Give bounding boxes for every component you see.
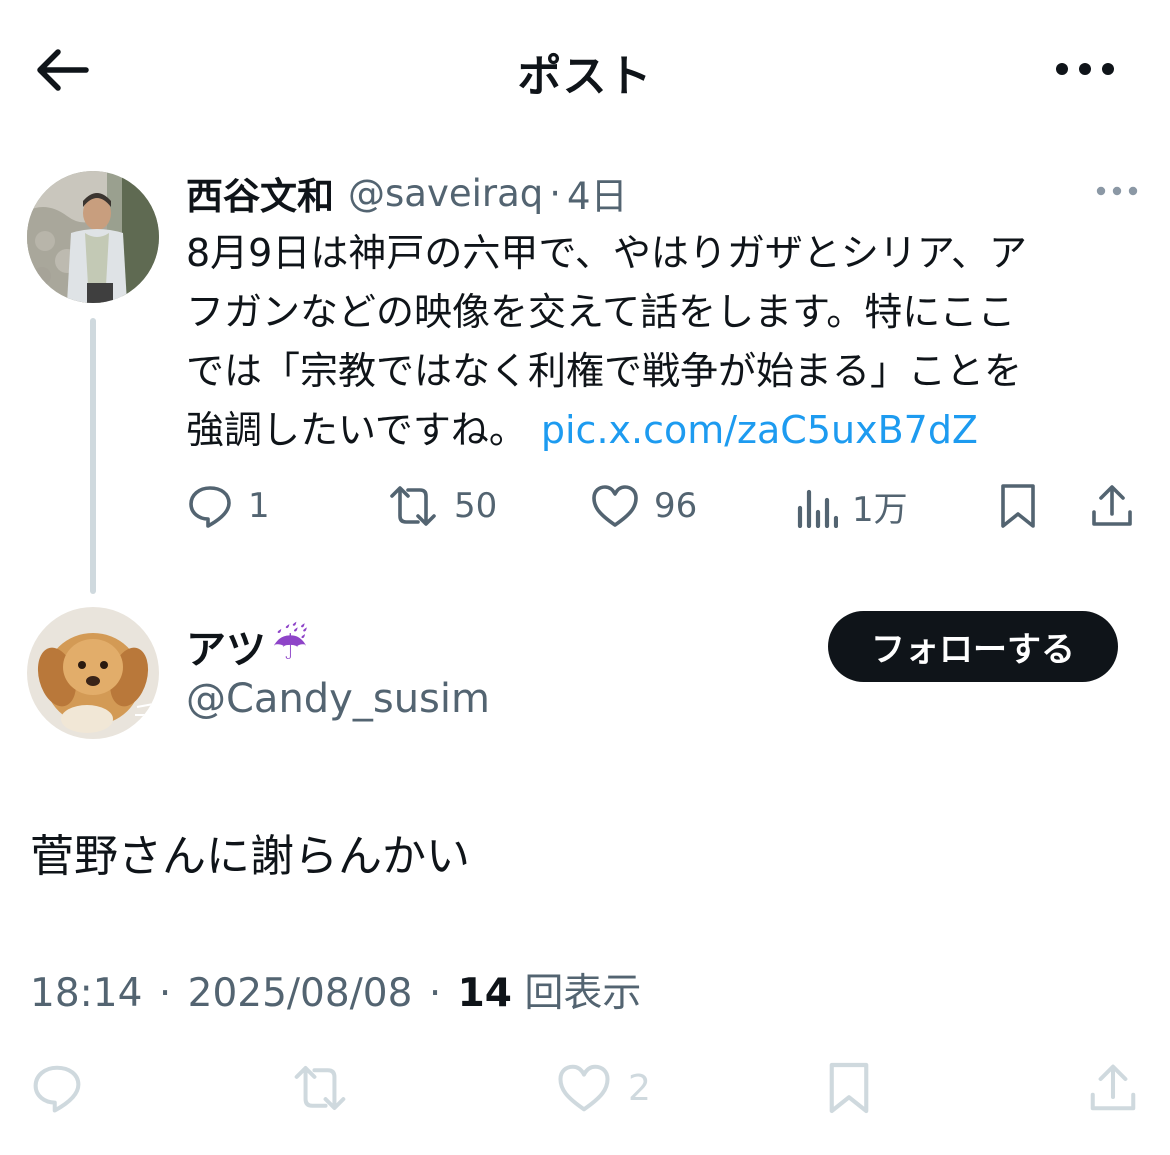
views-count: 14 bbox=[457, 971, 512, 1016]
reply-button[interactable]: 1 bbox=[186, 478, 270, 534]
author-handle[interactable]: @saveiraq bbox=[348, 172, 543, 215]
page-title: ポスト bbox=[517, 51, 653, 102]
repost-icon bbox=[294, 1066, 346, 1110]
post-time[interactable]: 4日 bbox=[567, 166, 628, 220]
author-display-name[interactable]: 西谷文和 bbox=[186, 166, 334, 220]
share-button[interactable] bbox=[1088, 1058, 1138, 1118]
share-button[interactable] bbox=[1090, 478, 1134, 534]
views-count: 1万 bbox=[852, 489, 908, 530]
umbrella-rain-icon: ☔ bbox=[272, 623, 308, 669]
thread-connector-line bbox=[90, 318, 96, 594]
repost-button[interactable] bbox=[290, 1058, 350, 1118]
more-horizontal-icon bbox=[1056, 63, 1114, 75]
bookmark-icon bbox=[1001, 484, 1035, 528]
reply-count: 1 bbox=[248, 486, 270, 526]
heart-icon bbox=[592, 485, 638, 527]
reply-author-handle[interactable]: @Candy_susim bbox=[186, 676, 490, 722]
media-link[interactable]: pic.x.com/zaC5uxB7dZ bbox=[541, 408, 978, 452]
reply-button[interactable] bbox=[30, 1058, 84, 1118]
quoted-post-header: 西谷文和 @saveiraq · 4日 bbox=[186, 166, 628, 220]
repost-count: 50 bbox=[454, 486, 498, 526]
views-label: 回表示 bbox=[524, 971, 642, 1016]
post-date[interactable]: 2025/08/08 bbox=[188, 971, 413, 1016]
post-meta: 18:14 · 2025/08/08 · 14 回表示 bbox=[30, 962, 641, 1018]
bookmark-icon bbox=[829, 1062, 869, 1114]
post-time[interactable]: 18:14 bbox=[30, 971, 142, 1016]
bookmark-button[interactable] bbox=[998, 478, 1038, 534]
share-icon bbox=[1092, 485, 1132, 526]
reply-icon bbox=[33, 1065, 81, 1113]
like-count: 2 bbox=[628, 1067, 651, 1109]
reply-author-avatar[interactable] bbox=[27, 607, 159, 739]
repost-button[interactable]: 50 bbox=[386, 478, 497, 534]
reply-author-name[interactable]: アツ ☔ bbox=[186, 618, 308, 674]
like-count: 96 bbox=[654, 486, 698, 526]
post-more-button[interactable] bbox=[1092, 174, 1142, 208]
views-icon bbox=[797, 489, 838, 528]
author-avatar-image bbox=[27, 171, 159, 303]
meta-separator: · bbox=[158, 971, 172, 1016]
heart-icon bbox=[558, 1064, 610, 1112]
like-button[interactable]: 96 bbox=[590, 478, 697, 534]
meta-separator: · bbox=[549, 171, 562, 215]
more-options-button[interactable] bbox=[1050, 44, 1120, 94]
author-avatar[interactable] bbox=[27, 171, 159, 303]
more-horizontal-icon bbox=[1096, 186, 1138, 196]
meta-separator: · bbox=[428, 971, 442, 1016]
reply-icon bbox=[189, 486, 231, 528]
follow-button[interactable]: フォローする bbox=[828, 611, 1118, 682]
reply-author-display-name: アツ bbox=[186, 627, 266, 673]
like-button[interactable]: 2 bbox=[556, 1058, 651, 1118]
bookmark-button[interactable] bbox=[826, 1058, 872, 1118]
reply-avatar-image bbox=[27, 607, 159, 739]
reply-post-text: 菅野さんに謝らんかい bbox=[30, 831, 470, 882]
share-icon bbox=[1090, 1064, 1136, 1111]
views-button[interactable]: 1万 bbox=[796, 478, 908, 534]
quoted-post-text: 8月9日は神戸の六甲で、やはりガザとシリア、ア フガンなどの映像を交えて話をしま… bbox=[186, 224, 1136, 460]
repost-icon bbox=[390, 486, 436, 526]
